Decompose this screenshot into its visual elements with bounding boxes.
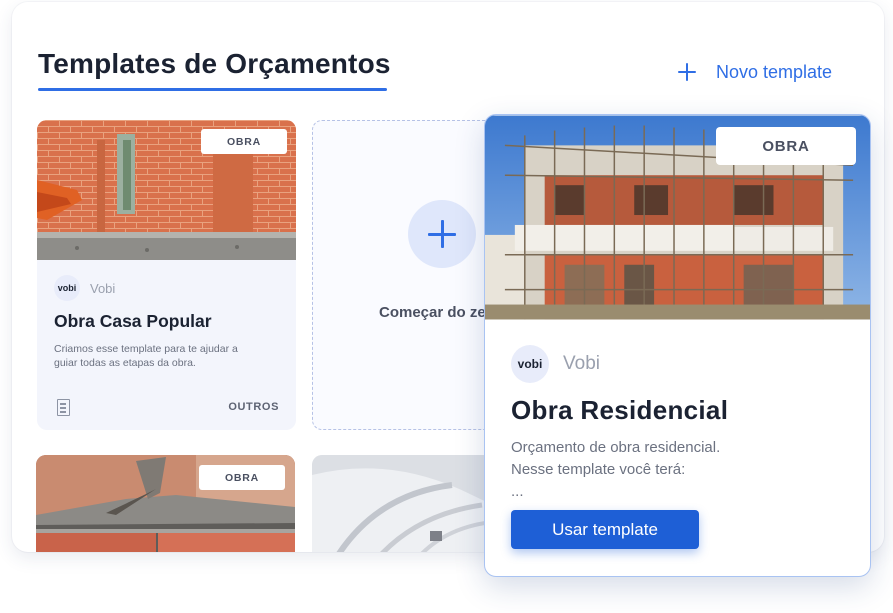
category-badge: OBRA — [201, 129, 287, 154]
description-line: Orçamento de obra residencial. — [511, 439, 721, 456]
card-title: Obra Residencial — [511, 395, 729, 425]
brand-name: Vobi — [563, 353, 600, 374]
start-from-scratch-label: Começar do zero — [379, 304, 501, 321]
template-card-obra-casa-popular[interactable]: OBRA vobi Vobi Obra Casa Popular Criamos… — [37, 120, 296, 430]
title-underline — [38, 88, 387, 91]
card-description: Criamos esse template para te ajudar a g… — [54, 343, 238, 370]
description-line: Nesse template você terá: — [511, 460, 686, 478]
description-line: ... — [511, 482, 524, 500]
template-card-obra-residencial[interactable]: OBRA vobi Vobi Obra Residencial Orçament… — [484, 114, 871, 577]
receipt-icon — [57, 399, 70, 416]
plus-icon — [428, 220, 456, 248]
brand-row: vobi Vobi — [511, 345, 600, 383]
plus-icon — [678, 63, 696, 81]
brand-row: vobi Vobi — [54, 275, 115, 301]
template-card-bricklaying[interactable]: OBRA — [36, 455, 295, 552]
new-template-button[interactable]: Novo template — [678, 57, 832, 87]
add-button[interactable] — [408, 200, 476, 268]
vobi-logo: vobi — [54, 275, 80, 301]
page-title: Templates de Orçamentos — [38, 48, 391, 79]
vobi-logo: vobi — [511, 345, 549, 383]
brand-name: Vobi — [90, 280, 116, 296]
category-badge: OBRA — [716, 127, 856, 165]
category-badge: OBRA — [199, 465, 285, 490]
card-title: Obra Casa Popular — [54, 311, 212, 331]
use-template-button[interactable]: Usar template — [511, 510, 699, 549]
card-description: Orçamento de obra residencial. Nesse tem… — [511, 437, 841, 502]
category-label: OUTROS — [228, 401, 279, 413]
new-template-label: Novo template — [716, 61, 833, 82]
